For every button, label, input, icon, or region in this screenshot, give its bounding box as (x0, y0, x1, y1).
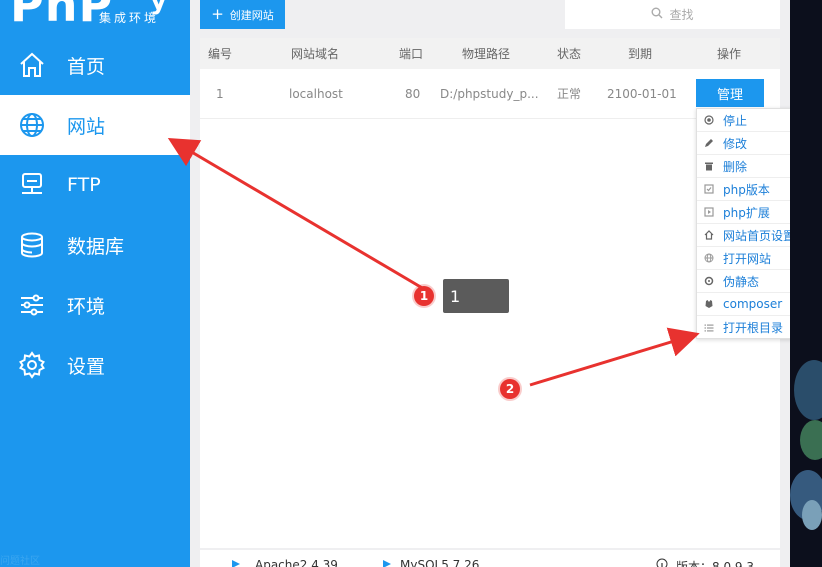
cell-domain: localhost (289, 86, 343, 101)
menu-item-php-version[interactable]: php版本 (697, 178, 805, 201)
sidebar-item-home[interactable]: 首页 (0, 35, 190, 95)
menu-item-open-website[interactable]: 打开网站 (697, 247, 805, 270)
sidebar-item-label: 首页 (67, 55, 106, 78)
sliders-icon (17, 290, 47, 320)
info-icon (656, 558, 668, 567)
menu-item-label: 停止 (723, 113, 748, 128)
sidebar-item-label: FTP (67, 174, 101, 196)
search-input[interactable]: 查找 (565, 0, 780, 29)
watermark: 问题社区 (0, 556, 40, 567)
menu-item-label: 打开网站 (723, 251, 772, 266)
column-header: 物理路径 (462, 47, 511, 61)
logo-subtitle: 集成环境 (99, 11, 160, 25)
table-row[interactable]: 1 localhost 80 D:/phpstudy_p... 正常 2100-… (200, 69, 780, 119)
menu-item-edit[interactable]: 修改 (697, 132, 805, 155)
menu-item-label: 修改 (723, 136, 748, 151)
cell-expires: 2100-01-01 (607, 86, 677, 101)
sidebar-item-database[interactable]: 数据库 (0, 215, 190, 275)
plus-icon: + (211, 5, 224, 23)
menu-item-delete[interactable]: 删除 (697, 155, 805, 178)
search-icon (651, 7, 663, 22)
column-header: 端口 (399, 47, 424, 61)
desktop-background (790, 0, 822, 567)
annotation-badge-1: 1 (414, 286, 434, 306)
menu-item-homepage-settings[interactable]: 网站首页设置 (697, 224, 805, 247)
menu-item-label: php版本 (723, 182, 770, 197)
search-placeholder: 查找 (669, 8, 694, 22)
manage-button[interactable]: 管理 (696, 79, 764, 107)
sidebar-item-environment[interactable]: 环境 (0, 275, 190, 335)
menu-item-label: 删除 (723, 159, 748, 174)
php-extension-icon (703, 206, 715, 218)
cell-status: 正常 (557, 87, 582, 101)
annotation-tooltip: 1 (443, 279, 509, 313)
create-website-label: 创建网站 (229, 8, 274, 22)
menu-item-label: php扩展 (723, 205, 770, 220)
sidebar-item-label: 网站 (67, 115, 106, 138)
globe-icon (17, 110, 47, 140)
mysql-status: MySQL5.7.26 (400, 558, 480, 567)
version-label: 版本：8.0.9.3 (676, 560, 754, 567)
stop-icon (703, 114, 715, 126)
server-icon (17, 170, 47, 200)
php-version-icon (703, 183, 715, 195)
sidebar-item-website[interactable]: 网站 (0, 95, 190, 155)
pencil-icon (703, 137, 715, 149)
menu-item-rewrite[interactable]: 伪静态 (697, 270, 805, 293)
globe-icon (703, 252, 715, 264)
cell-port: 80 (405, 86, 421, 101)
composer-icon (703, 298, 715, 310)
column-header: 网站域名 (291, 47, 340, 61)
sidebar-item-label: 设置 (67, 355, 106, 378)
menu-item-label: 伪静态 (723, 274, 760, 289)
menu-item-php-extension[interactable]: php扩展 (697, 201, 805, 224)
list-icon (703, 322, 715, 334)
database-icon (17, 230, 47, 260)
menu-item-label: composer (723, 297, 783, 311)
sidebar: PhP y 集成环境 首页 网站 FTP 数据库 环境 设置 问题社区 (0, 0, 190, 567)
home-page-icon (703, 229, 715, 241)
menu-item-composer[interactable]: composer (697, 293, 805, 316)
rewrite-icon (703, 275, 715, 287)
status-bar: Apache2.4.39 MySQL5.7.26 版本：8.0.9.3 (200, 550, 780, 567)
sidebar-item-label: 数据库 (67, 235, 125, 258)
home-icon (17, 50, 47, 80)
menu-item-stop[interactable]: 停止 (697, 109, 805, 132)
column-header: 状态 (557, 47, 582, 61)
sidebar-item-settings[interactable]: 设置 (0, 335, 190, 395)
table-header: 编号 网站域名 端口 物理路径 状态 到期 操作 (200, 38, 780, 69)
cell-id: 1 (216, 86, 224, 101)
play-icon[interactable] (231, 558, 241, 567)
sidebar-item-label: 环境 (67, 295, 106, 318)
cell-path: D:/phpstudy_p... (440, 86, 539, 101)
create-website-button[interactable]: + 创建网站 (200, 0, 285, 29)
trash-icon (703, 160, 715, 172)
column-header: 到期 (628, 47, 653, 61)
apache-status: Apache2.4.39 (255, 558, 338, 567)
column-header: 编号 (208, 47, 233, 61)
menu-item-open-root-dir[interactable]: 打开根目录 (697, 316, 805, 339)
menu-item-label: 网站首页设置 (723, 228, 796, 243)
logo: PhP (10, 0, 114, 32)
gear-icon (17, 350, 47, 380)
column-header: 操作 (717, 47, 742, 61)
annotation-badge-2: 2 (500, 379, 520, 399)
play-icon[interactable] (382, 558, 392, 567)
menu-item-label: 打开根目录 (723, 321, 784, 335)
sidebar-item-ftp[interactable]: FTP (0, 155, 190, 215)
